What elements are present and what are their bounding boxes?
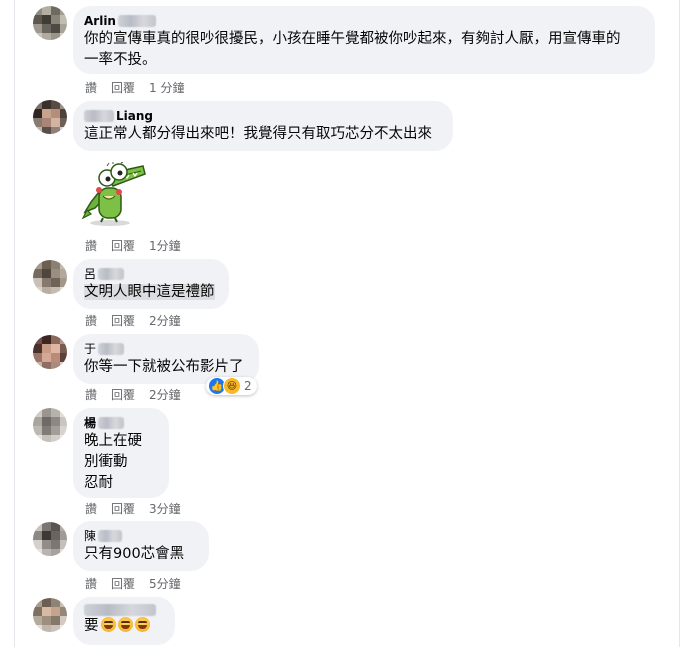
comment-bubble: 要 xyxy=(73,597,175,645)
like-button[interactable]: 讚 xyxy=(85,239,97,253)
reply-button[interactable]: 回覆 xyxy=(111,388,135,402)
comment-bubble: 楊 晚上在硬 別衝動 忍耐 xyxy=(73,408,169,498)
comment-timestamp[interactable]: 5分鐘 xyxy=(149,577,181,591)
comment-bubble: Liang 這正常人都分得出來吧！我覺得只有取巧芯分不太出來 xyxy=(73,101,453,151)
reaction-summary[interactable]: 👍 😆 2 xyxy=(206,377,257,395)
comment-text: 這正常人都分得出來吧！我覺得只有取巧芯分不太出來 xyxy=(84,126,432,142)
crocodile-sticker[interactable] xyxy=(77,162,149,228)
comment-timestamp[interactable]: 1 分鐘 xyxy=(149,81,184,95)
reply-button[interactable]: 回覆 xyxy=(111,502,135,516)
comment-actions: 讚回覆 1 分鐘 xyxy=(85,81,198,95)
commenter-name[interactable]: 于 xyxy=(84,341,248,357)
reaction-count: 2 xyxy=(244,379,252,393)
comment-text: 你等一下就被公布影片了 xyxy=(84,359,244,375)
comment-bubble: 陳 只有900芯會黑 xyxy=(73,521,209,571)
rofl-emoji-icon xyxy=(117,617,133,632)
like-button[interactable]: 讚 xyxy=(85,388,97,402)
reply-button[interactable]: 回覆 xyxy=(111,239,135,253)
comment-bubble: Arlin 你的宣傳車真的很吵很擾民，小孩在睡午覺都被你吵起來，有夠討人厭，用宣… xyxy=(73,6,655,74)
rofl-emoji-icon xyxy=(134,617,150,632)
comment-text: 要 xyxy=(84,616,164,637)
comment-timestamp[interactable]: 2分鐘 xyxy=(149,388,181,402)
redacted-name xyxy=(117,15,156,27)
redacted-name xyxy=(98,530,123,542)
comment-actions: 讚回覆 1分鐘 xyxy=(85,239,195,253)
comment-bubble: 呂 文明人眼中這是禮節 xyxy=(73,259,229,309)
comment-actions: 讚回覆 5分鐘 xyxy=(85,577,195,591)
redacted-name xyxy=(84,110,114,122)
redacted-name xyxy=(98,343,125,355)
avatar[interactable] xyxy=(33,522,67,556)
avatar[interactable] xyxy=(33,598,67,632)
like-button[interactable]: 讚 xyxy=(85,314,97,328)
commenter-name[interactable]: 楊 xyxy=(84,415,158,431)
rofl-emoji-icon xyxy=(100,617,116,632)
haha-reaction-icon: 😆 xyxy=(223,377,241,395)
comment-text: 你的宣傳車真的很吵很擾民，小孩在睡午覺都被你吵起來，有夠討人厭，用宣傳車的 一率不… xyxy=(84,31,621,68)
comment-actions: 讚回覆 2分鐘 xyxy=(85,314,195,328)
reply-button[interactable]: 回覆 xyxy=(111,577,135,591)
comment-timestamp[interactable]: 2分鐘 xyxy=(149,314,181,328)
comment-feed: Arlin 你的宣傳車真的很吵很擾民，小孩在睡午覺都被你吵起來，有夠討人厭，用宣… xyxy=(14,0,680,647)
redacted-name xyxy=(98,417,125,429)
comment-text: 文明人眼中這是禮節 xyxy=(84,284,215,300)
avatar[interactable] xyxy=(33,408,67,442)
reply-button[interactable]: 回覆 xyxy=(111,81,135,95)
commenter-name[interactable] xyxy=(84,604,164,616)
commenter-name[interactable]: 陳 xyxy=(84,528,198,544)
commenter-name[interactable]: Liang xyxy=(84,108,442,124)
reply-button[interactable]: 回覆 xyxy=(111,314,135,328)
comment-text: 只有900芯會黑 xyxy=(84,546,185,562)
avatar[interactable] xyxy=(33,335,67,369)
commenter-name[interactable]: 呂 xyxy=(84,266,218,282)
like-button[interactable]: 讚 xyxy=(85,502,97,516)
like-button[interactable]: 讚 xyxy=(85,577,97,591)
comment-actions: 讚回覆 2分鐘 xyxy=(85,388,195,402)
comment-timestamp[interactable]: 3分鐘 xyxy=(149,502,181,516)
avatar[interactable] xyxy=(33,260,67,294)
comment-text: 晚上在硬 別衝動 忍耐 xyxy=(84,433,142,491)
avatar[interactable] xyxy=(33,100,67,134)
commenter-name[interactable]: Arlin xyxy=(84,13,644,29)
comment-timestamp[interactable]: 1分鐘 xyxy=(149,239,181,253)
avatar[interactable] xyxy=(33,6,67,40)
comment-actions: 讚回覆 3分鐘 xyxy=(85,502,195,516)
like-button[interactable]: 讚 xyxy=(85,81,97,95)
redacted-name xyxy=(98,268,125,280)
redacted-name xyxy=(84,604,156,616)
